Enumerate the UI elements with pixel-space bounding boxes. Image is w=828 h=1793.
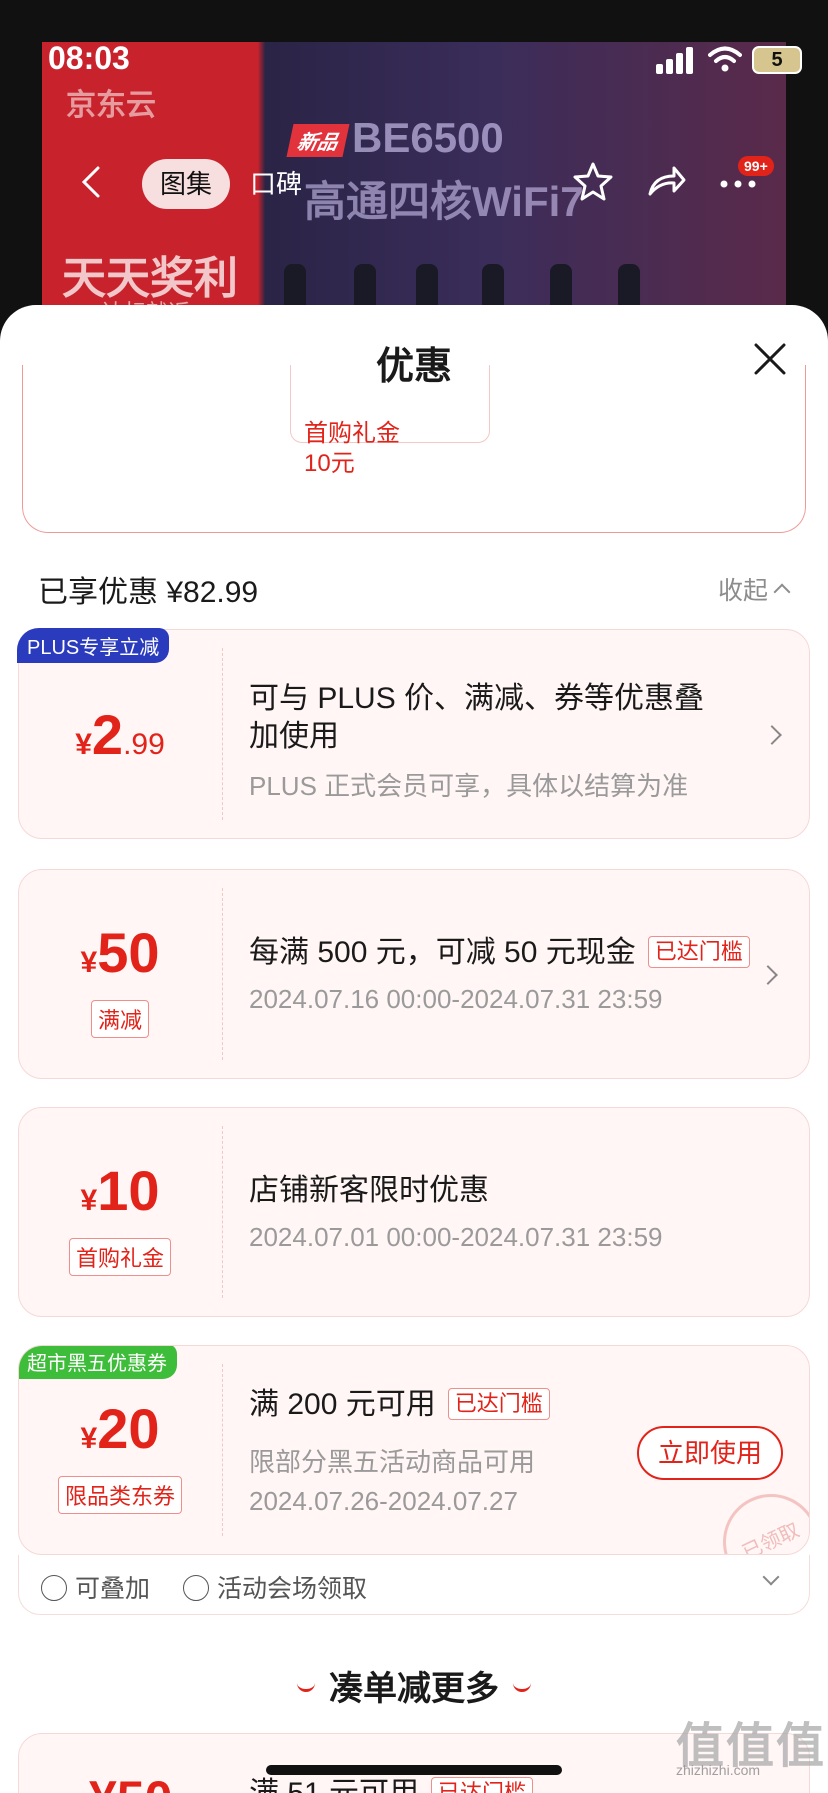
discount-type-chip: 满减 <box>90 1000 150 1038</box>
battery-icon: 5 <box>752 46 802 74</box>
discount-amount: ¥50 <box>80 921 160 984</box>
home-indicator[interactable] <box>266 1765 562 1775</box>
plus-discount-card[interactable]: PLUS专享立减 ¥2.99 可与 PLUS 价、满减、券等优惠叠 加使用 PL… <box>17 628 810 839</box>
back-icon[interactable] <box>74 162 114 202</box>
threshold-reached-badge: 已达门槛 <box>447 1388 550 1420</box>
status-time: 08:03 <box>48 40 130 76</box>
wifi-icon <box>708 46 742 72</box>
coupon-source-info: 活动会场领取 <box>183 1569 367 1605</box>
card-divider <box>222 1364 223 1536</box>
plus-tag: PLUS专享立减 <box>17 628 170 663</box>
card-divider <box>222 1126 223 1298</box>
stackable-info: 可叠加 <box>41 1569 150 1605</box>
discount-amount: ¥10 <box>80 1159 160 1222</box>
threshold-reached-badge: 已达门槛 <box>647 936 750 968</box>
collapse-button[interactable]: 收起 <box>718 571 791 607</box>
offer-chip-line2: 10元 <box>304 450 355 477</box>
coupon-card-footer: 可叠加 活动会场领取 <box>18 1555 810 1615</box>
threshold-reached-badge: 已达门槛 <box>431 1777 534 1793</box>
card-validity: 2024.07.16 00:00-2024.07.31 23:59 <box>249 984 663 1014</box>
claimed-stamp: 已领取 <box>707 1478 809 1554</box>
black-friday-coupon-tag: 超市黑五优惠券 <box>19 1346 177 1379</box>
card-title-line1: 可与 PLUS 价、满减、券等优惠叠 <box>249 682 705 715</box>
cellular-signal-icon <box>656 46 698 74</box>
card-subtitle: PLUS 正式会员可享，具体以结算为准 <box>249 771 689 801</box>
discount-sheet: 优惠 首购礼金 10元 已享优惠 ¥82.99 收起 PLUS专享立减 ¥2.9… <box>0 305 828 1793</box>
more-deals-heading: 凑单减更多 <box>0 1661 828 1710</box>
first-purchase-gift-card[interactable]: ¥10 首购礼金 店铺新客限时优惠 2024.07.01 00:00-2024.… <box>18 1107 810 1317</box>
tab-gallery[interactable]: 图集 <box>142 159 230 209</box>
chevron-down-icon[interactable] <box>762 1568 780 1586</box>
discount-amount: ¥50 <box>89 1770 172 1793</box>
card-title: 满 200 元可用 已达门槛 <box>249 1386 550 1424</box>
chevron-right-icon <box>762 725 782 745</box>
use-now-button[interactable]: 立即使用 <box>637 1426 783 1480</box>
decorative-curve-icon <box>297 1682 315 1692</box>
card-validity: 2024.07.01 00:00-2024.07.31 23:59 <box>249 1222 663 1252</box>
share-icon[interactable] <box>644 160 686 202</box>
card-title: 店铺新客限时优惠 <box>249 1174 489 1207</box>
stack-icon <box>41 1575 67 1601</box>
notification-badge: 99+ <box>738 156 774 176</box>
tab-reviews[interactable]: 口碑 <box>250 159 302 209</box>
status-bar: 08:03 5 <box>0 0 828 120</box>
card-validity: 2024.07.26-2024.07.27 <box>249 1486 518 1516</box>
ticket-icon <box>183 1575 209 1601</box>
chevron-up-icon <box>773 583 791 601</box>
card-title: 每满 500 元，可减 50 元现金 已达门槛 <box>249 934 750 972</box>
coupon-type-chip: 限品类东券 <box>57 1476 183 1514</box>
card-title-line2: 加使用 <box>249 720 339 753</box>
chevron-right-icon <box>758 965 778 985</box>
product-nav-bar: 图集 口碑 <box>0 150 828 220</box>
star-icon[interactable] <box>572 160 614 202</box>
coupon-card[interactable]: 超市黑五优惠券 ¥20 限品类东券 满 200 元可用 已达门槛 限部分黑五活动商… <box>18 1345 810 1555</box>
card-divider <box>222 648 223 820</box>
collapse-label: 收起 <box>718 577 769 605</box>
battery-level: 5 <box>771 49 783 71</box>
discount-amount: ¥2.99 <box>75 703 165 766</box>
enjoyed-discount-total: 已享优惠 ¥82.99 <box>38 576 259 609</box>
decorative-curve-icon <box>513 1682 531 1692</box>
watermark-url: zhizhizhi.com <box>676 1762 761 1778</box>
discount-amount: ¥20 <box>80 1397 160 1460</box>
discount-type-chip: 首购礼金 <box>68 1238 172 1276</box>
card-divider <box>222 888 223 1060</box>
full-reduction-card[interactable]: ¥50 满减 每满 500 元，可减 50 元现金 已达门槛 2024.07.16… <box>18 869 810 1079</box>
card-restriction: 限部分黑五活动商品可用 <box>249 1447 536 1477</box>
